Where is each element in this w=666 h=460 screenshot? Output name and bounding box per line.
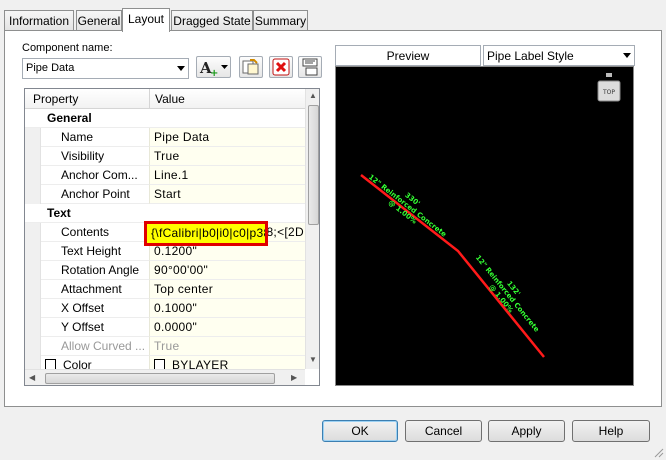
add-text-button[interactable]: A + [196, 56, 231, 79]
preview-drawing: TOP 330' 12" Reinforced Concrete @ 1.00%… [360, 73, 621, 358]
grid-vertical-scrollbar[interactable]: ▲ ▼ [305, 89, 319, 369]
property-value[interactable]: Top center [149, 280, 305, 299]
property-label: Visibility [41, 147, 149, 166]
scroll-right-icon[interactable]: ▶ [291, 373, 297, 382]
component-name-select[interactable]: Pipe Data [22, 58, 189, 79]
preview-label: Preview [335, 45, 481, 66]
preview-canvas[interactable]: TOP 330' 12" Reinforced Concrete @ 1.00%… [335, 66, 634, 386]
copy-component-button[interactable] [239, 56, 263, 78]
cancel-button[interactable]: Cancel [405, 420, 482, 442]
value-column-header: Value [155, 92, 185, 106]
row-gutter [25, 299, 41, 318]
property-column-header: Property [33, 92, 79, 106]
property-value: True [149, 337, 305, 356]
property-row-visibility[interactable]: Visibility True [25, 147, 305, 166]
scroll-down-icon[interactable]: ▼ [309, 355, 317, 364]
component-name-label: Component name: [22, 42, 113, 54]
property-label: Y Offset [41, 318, 149, 337]
grid-header: Property Value [25, 89, 305, 109]
category-value [149, 109, 305, 128]
property-value[interactable]: 90°00'00" [149, 261, 305, 280]
contents-highlight[interactable]: {\fCalibri|b0|i0|c0|p38; [144, 221, 268, 246]
scroll-up-icon[interactable]: ▲ [309, 91, 317, 100]
property-value[interactable]: True [149, 147, 305, 166]
svg-text:+: + [210, 68, 218, 77]
chevron-down-icon [623, 53, 631, 58]
property-label: Text Height [41, 242, 149, 261]
tab-dragged-state[interactable]: Dragged State [171, 10, 253, 31]
property-row-y-offset[interactable]: Y Offset 0.0000" [25, 318, 305, 337]
chevron-down-icon [177, 66, 185, 71]
row-gutter [25, 147, 41, 166]
viewcube-top-label: TOP [602, 89, 615, 96]
row-gutter [25, 128, 41, 147]
property-value[interactable]: Line.1 [149, 166, 305, 185]
category-general[interactable]: − General [25, 109, 305, 128]
property-value[interactable]: 0.0000" [149, 318, 305, 337]
copy-icon [242, 59, 259, 75]
property-value[interactable]: 0.1000" [149, 299, 305, 318]
scroll-left-icon[interactable]: ◀ [29, 373, 35, 382]
text-icon [302, 58, 318, 76]
property-row-x-offset[interactable]: X Offset 0.1000" [25, 299, 305, 318]
delete-icon [272, 58, 290, 76]
label-style-select[interactable]: Pipe Label Style [483, 45, 635, 66]
upper-pipe-description: 12" Reinforced Concrete [367, 173, 448, 239]
property-row-allow-curved: Allow Curved ... True [25, 337, 305, 356]
property-label: Rotation Angle [41, 261, 149, 280]
property-value[interactable]: Pipe Data [149, 128, 305, 147]
property-row-name[interactable]: Name Pipe Data [25, 128, 305, 147]
property-label: Anchor Com... [41, 166, 149, 185]
property-row-anchor-point[interactable]: Anchor Point Start [25, 185, 305, 204]
row-gutter [25, 337, 41, 356]
viewcube[interactable]: TOP [597, 73, 621, 102]
text-component-editor-button[interactable] [298, 56, 322, 78]
row-gutter [25, 261, 41, 280]
label-style-value: Pipe Label Style [487, 49, 574, 63]
delete-component-button[interactable] [269, 56, 293, 78]
component-name-value: Pipe Data [26, 62, 75, 74]
row-gutter [25, 280, 41, 299]
apply-button[interactable]: Apply [488, 420, 565, 442]
ok-button[interactable]: OK [322, 420, 398, 442]
tab-layout[interactable]: Layout [122, 8, 170, 32]
property-label: Contents [41, 223, 149, 242]
tab-information[interactable]: Information [4, 10, 74, 31]
property-label: Name [41, 128, 149, 147]
property-value[interactable]: Start [149, 185, 305, 204]
grid-horizontal-scrollbar[interactable]: ◀ ▶ [25, 369, 305, 385]
category-label: General [25, 109, 149, 128]
row-gutter [25, 318, 41, 337]
property-label: Attachment [41, 280, 149, 299]
row-gutter [25, 166, 41, 185]
lower-pipe-description: 12" Reinforced Concrete [474, 254, 541, 334]
row-gutter [25, 185, 41, 204]
row-gutter [25, 242, 41, 261]
scroll-thumb[interactable] [45, 373, 275, 384]
scroll-thumb[interactable] [308, 105, 319, 225]
row-gutter [25, 223, 41, 242]
text-add-icon: A + [199, 59, 228, 79]
tab-summary[interactable]: Summary [253, 10, 308, 31]
property-label: X Offset [41, 299, 149, 318]
property-label: Anchor Point [41, 185, 149, 204]
tab-general[interactable]: General [76, 10, 122, 31]
property-row-attachment[interactable]: Attachment Top center [25, 280, 305, 299]
help-button[interactable]: Help [572, 420, 650, 442]
property-row-rotation-angle[interactable]: Rotation Angle 90°00'00" [25, 261, 305, 280]
category-label: Text [25, 204, 149, 223]
resize-grip-icon[interactable] [652, 446, 664, 458]
property-row-anchor-component[interactable]: Anchor Com... Line.1 [25, 166, 305, 185]
property-label: Allow Curved ... [41, 337, 149, 356]
